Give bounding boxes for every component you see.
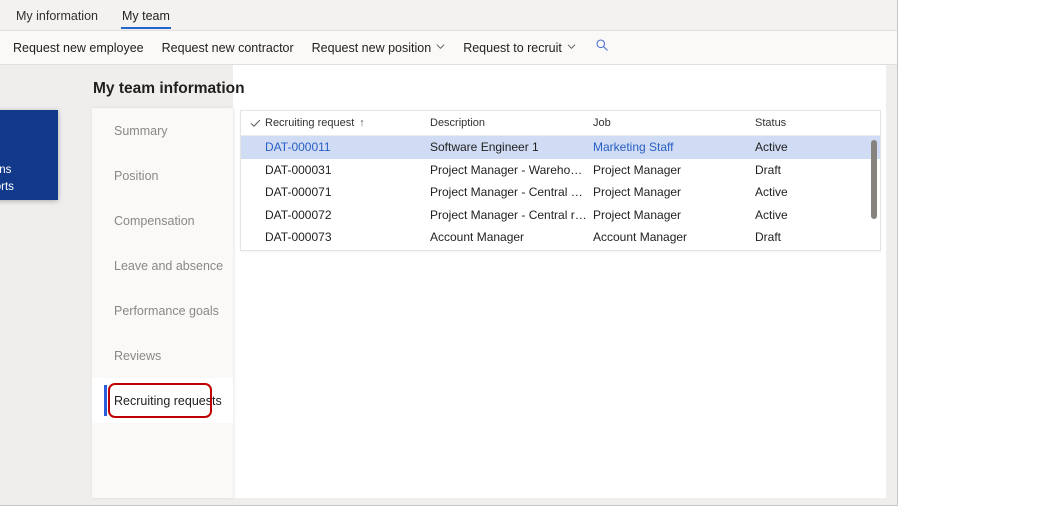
cell-description: Project Manager - Warehouse	[430, 163, 593, 177]
column-header-job[interactable]: Job	[593, 117, 755, 129]
grid-header-row: Recruiting request ↑ Description Job Sta…	[241, 111, 880, 136]
cell-job: Project Manager	[593, 163, 755, 177]
cell-job[interactable]: Marketing Staff	[593, 140, 755, 154]
column-header-status[interactable]: Status	[755, 117, 855, 129]
tab-my-information[interactable]: My information	[4, 9, 110, 30]
table-row[interactable]: DAT-000073 Account Manager Account Manag…	[241, 226, 880, 249]
button-label: Request new employee	[13, 40, 144, 56]
sidebar-item-label: Performance goals	[114, 304, 219, 318]
chevron-down-icon	[436, 42, 445, 51]
sidebar-item-label: Summary	[114, 124, 167, 138]
tab-label: My information	[16, 9, 98, 23]
cell-job: Project Manager	[593, 185, 755, 199]
sidebar-item-leave-and-absence[interactable]: Leave and absence	[92, 243, 233, 288]
cell-job: Account Manager	[593, 230, 755, 244]
sidebar-item-summary[interactable]: Summary	[92, 108, 233, 153]
table-row[interactable]: DAT-000031 Project Manager - Warehouse P…	[241, 159, 880, 182]
search-icon	[595, 38, 609, 57]
cell-description: Project Manager - Central region	[430, 208, 593, 222]
cell-job: Project Manager	[593, 208, 755, 222]
cell-description: Account Manager	[430, 230, 593, 244]
sort-ascending-icon: ↑	[359, 118, 365, 129]
grid-vertical-scrollbar[interactable]	[871, 140, 877, 248]
sidebar-item-compensation[interactable]: Compensation	[92, 198, 233, 243]
request-to-recruit-button[interactable]: Request to recruit	[454, 37, 585, 59]
recruiting-requests-grid: Recruiting request ↑ Description Job Sta…	[240, 110, 881, 251]
tab-my-team[interactable]: My team	[110, 9, 182, 30]
select-all-checkmark-icon[interactable]	[241, 118, 265, 129]
cell-recruiting-request[interactable]: DAT-000011	[265, 140, 430, 154]
column-header-label: Job	[593, 117, 611, 129]
section-navigation-panel: Summary Position Compensation Leave and …	[92, 108, 233, 498]
button-label: Request new position	[312, 40, 432, 56]
sidebar-item-reviews[interactable]: Reviews	[92, 333, 233, 378]
sidebar-item-label: Reviews	[114, 349, 161, 363]
sidebar-item-label: Leave and absence	[114, 259, 223, 273]
cell-description: Software Engineer 1	[430, 140, 593, 154]
sidebar-item-label: Compensation	[114, 214, 195, 228]
cell-recruiting-request[interactable]: DAT-000073	[265, 230, 430, 244]
cell-status: Draft	[755, 230, 855, 244]
cell-status: Active	[755, 208, 855, 222]
table-row[interactable]: DAT-000071 Project Manager - Central div…	[241, 181, 880, 204]
cell-recruiting-request[interactable]: DAT-000031	[265, 163, 430, 177]
top-tab-strip: My information My team	[0, 0, 898, 31]
button-label: Request to recruit	[463, 40, 562, 56]
action-toolbar: Request new employee Request new contrac…	[0, 31, 898, 65]
sidebar-item-position[interactable]: Position	[92, 153, 233, 198]
cell-status: Active	[755, 185, 855, 199]
request-new-position-button[interactable]: Request new position	[303, 37, 455, 59]
search-button[interactable]	[585, 35, 619, 60]
navigation-flyout-card[interactable]: positions ct reports	[0, 110, 58, 200]
tab-label: My team	[122, 9, 170, 23]
sidebar-item-performance-goals[interactable]: Performance goals	[92, 288, 233, 333]
column-header-description[interactable]: Description	[430, 117, 593, 129]
page-title: My team information	[93, 80, 245, 98]
cell-recruiting-request[interactable]: DAT-000071	[265, 185, 430, 199]
table-row[interactable]: DAT-000011 Software Engineer 1 Marketing…	[241, 136, 880, 159]
scrollbar-thumb[interactable]	[871, 140, 877, 219]
sidebar-item-recruiting-requests[interactable]: Recruiting requests	[92, 378, 233, 423]
button-label: Request new contractor	[162, 40, 294, 56]
column-header-recruiting-request[interactable]: Recruiting request ↑	[265, 117, 430, 129]
cell-status: Active	[755, 140, 855, 154]
chevron-down-icon	[567, 42, 576, 51]
flyout-line-positions: positions	[0, 162, 52, 179]
column-header-label: Status	[755, 117, 786, 129]
sidebar-item-label: Recruiting requests	[114, 394, 222, 408]
application-window: My information My team Request new emplo…	[0, 0, 898, 506]
cell-description: Project Manager - Central divisi...	[430, 185, 593, 199]
column-header-label: Description	[430, 117, 485, 129]
column-header-label: Recruiting request	[265, 117, 354, 129]
cell-recruiting-request[interactable]: DAT-000072	[265, 208, 430, 222]
table-row[interactable]: DAT-000072 Project Manager - Central reg…	[241, 204, 880, 227]
request-new-contractor-button[interactable]: Request new contractor	[153, 37, 303, 59]
flyout-line-direct-reports: ct reports	[0, 179, 52, 196]
request-new-employee-button[interactable]: Request new employee	[4, 37, 153, 59]
cell-status: Draft	[755, 163, 855, 177]
sidebar-item-label: Position	[114, 169, 158, 183]
